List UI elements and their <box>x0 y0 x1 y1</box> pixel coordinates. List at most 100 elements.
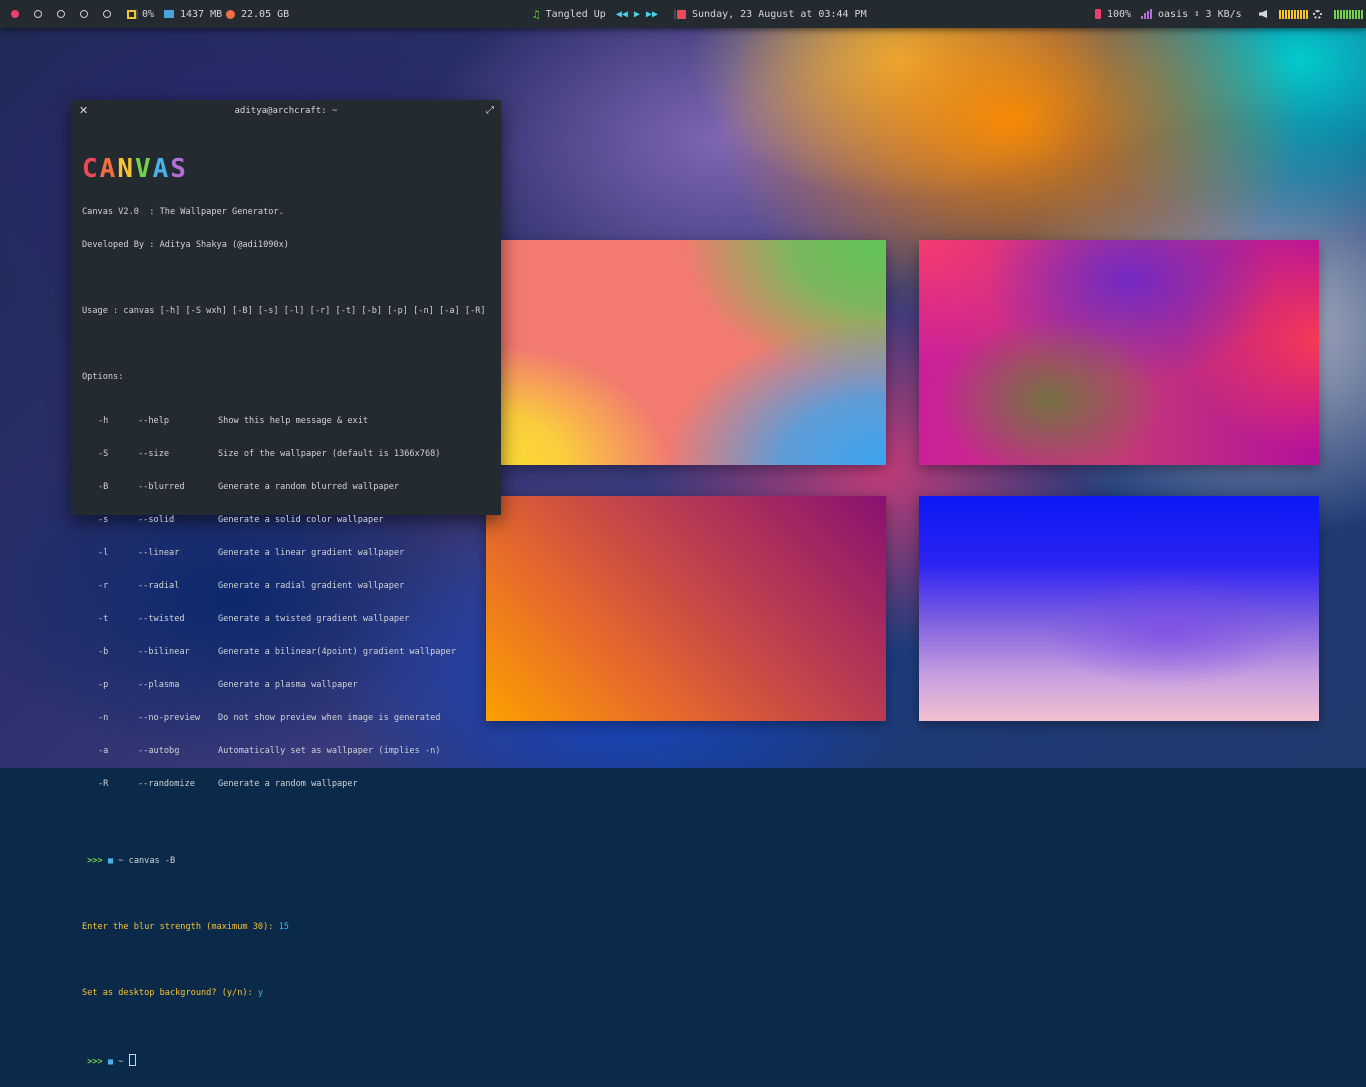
option-long: --radial <box>138 581 180 591</box>
option-short: -l <box>98 548 109 558</box>
song-title[interactable]: Tangled Up <box>546 9 606 20</box>
background-prompt-line: Set as desktop background? (y/n): y <box>82 988 493 999</box>
disk-usage: 22.05 GB <box>241 8 290 20</box>
prompt-arrows: >>> <box>87 856 103 866</box>
option-long: --plasma <box>138 680 180 690</box>
brightness-level-bar[interactable] <box>1334 9 1363 19</box>
memory-module: 1437 MB <box>164 0 222 28</box>
option-desc: Generate a bilinear(4point) gradient wal… <box>218 647 456 657</box>
option-row: -t --twisted Generate a twisted gradient w… <box>82 614 493 625</box>
option-short: -p <box>98 680 109 690</box>
option-desc: Generate a random wallpaper <box>218 779 358 789</box>
option-desc: Generate a plasma wallpaper <box>218 680 358 690</box>
option-short: -b <box>98 647 109 657</box>
workspace-2[interactable] <box>34 10 42 18</box>
option-row: -p --plasma Generate a plasma wallpaper <box>82 680 493 691</box>
option-long: --no-preview <box>138 713 201 723</box>
folder-icon: ■ <box>107 1057 114 1067</box>
clock-module: Sunday, 23 August at 03:44 PM <box>677 0 867 28</box>
option-short: -a <box>98 746 109 756</box>
option-short: -S <box>98 449 109 459</box>
option-desc: Generate a radial gradient wallpaper <box>218 581 405 591</box>
wallpaper-preview-blurred-2 <box>919 240 1319 465</box>
option-desc: Generate a twisted gradient wallpaper <box>218 614 410 624</box>
option-long: --randomize <box>138 779 195 789</box>
battery-module: 100% <box>1095 0 1131 28</box>
maximize-icon[interactable]: ⤢ <box>486 105 494 116</box>
active-prompt-line[interactable]: >>> ■ ~ <box>82 1054 493 1067</box>
workspace-4[interactable] <box>80 10 88 18</box>
battery-level: 100% <box>1107 8 1132 20</box>
top-panel: | 0% 1437 MB 22.05 GB ♫ Tangled Up ◀◀ ▶ … <box>0 0 1366 28</box>
option-row: -n --no-preview Do not show preview when i… <box>82 713 493 724</box>
option-desc: Show this help message & exit <box>218 416 369 426</box>
brightness-icon[interactable] <box>1313 9 1322 19</box>
option-long: --blurred <box>138 482 185 492</box>
version-line: Canvas V2.0 : The Wallpaper Generator. <box>82 207 284 217</box>
option-desc: Size of the wallpaper (default is 1366x7… <box>218 449 441 459</box>
option-row: -l --linear Generate a linear gradient wal… <box>82 548 493 559</box>
option-desc: Do not show preview when image is genera… <box>218 713 441 723</box>
prompt-dir: ~ <box>118 1057 124 1067</box>
cpu-icon <box>127 9 136 19</box>
network-module: oasis ⇕ 3 KB/s <box>1141 0 1242 28</box>
workspace-5[interactable] <box>103 10 111 18</box>
next-track-icon[interactable]: ▶▶ <box>646 9 658 20</box>
folder-icon: ■ <box>107 856 114 866</box>
memory-icon <box>164 10 174 18</box>
volume-module <box>1259 0 1308 28</box>
option-row: -B --blurred Generate a random blurred wal… <box>82 482 493 493</box>
logo-letter: A <box>99 154 116 184</box>
terminal-window[interactable]: ✕ aditya@archcraft: ~ ⤢ C A N V A S Canv… <box>71 100 501 1067</box>
option-short: -B <box>98 482 109 492</box>
option-long: --linear <box>138 548 180 558</box>
text-cursor[interactable] <box>128 1054 136 1066</box>
option-short: -h <box>98 416 109 426</box>
brightness-module <box>1313 0 1363 28</box>
calendar-icon <box>677 9 686 19</box>
disk-module: 22.05 GB <box>226 0 289 28</box>
wallpaper-preview-twisted <box>919 496 1319 721</box>
network-name[interactable]: oasis <box>1158 9 1188 20</box>
terminal-titlebar[interactable]: ✕ aditya@archcraft: ~ ⤢ <box>71 100 501 122</box>
date-time[interactable]: Sunday, 23 August at 03:44 PM <box>692 9 867 20</box>
battery-icon <box>1095 9 1101 19</box>
logo-letter: V <box>134 154 151 184</box>
command-text: canvas -B <box>128 856 176 866</box>
wifi-signal-icon <box>1141 9 1152 19</box>
option-row: -h --help Show this help message & exit <box>82 416 493 427</box>
cpu-module: 0% <box>127 0 154 28</box>
disk-icon <box>226 9 235 19</box>
logo-letter: A <box>152 154 169 184</box>
option-long: --twisted <box>138 614 185 624</box>
option-row: -a --autobg Automatically set as wallpaper… <box>82 746 493 757</box>
play-icon[interactable]: ▶ <box>634 9 640 20</box>
option-long: --bilinear <box>138 647 190 657</box>
volume-level-bar[interactable] <box>1279 9 1308 19</box>
blur-prompt-line: Enter the blur strength (maximum 30): 15 <box>82 922 493 933</box>
option-desc: Generate a solid color wallpaper <box>218 515 384 525</box>
volume-icon[interactable] <box>1259 10 1267 18</box>
memory-usage: 1437 MB <box>180 8 223 20</box>
option-row: -S --size Size of the wallpaper (default i… <box>82 449 493 460</box>
wallpaper-preview-linear <box>486 496 886 721</box>
previous-track-icon[interactable]: ◀◀ <box>616 9 628 20</box>
logo-letter: N <box>117 154 133 184</box>
option-desc: Generate a linear gradient wallpaper <box>218 548 405 558</box>
terminal-content[interactable]: C A N V A S Canvas V2.0 : The Wallpaper … <box>82 134 493 1087</box>
options-header: Options: <box>82 372 124 382</box>
wallpaper-preview-blurred-1 <box>486 240 886 465</box>
prompt-arrows: >>> <box>87 1057 103 1067</box>
up-down-arrows-icon: ⇕ <box>1194 9 1200 19</box>
option-short: -n <box>98 713 109 723</box>
option-long: --solid <box>138 515 175 525</box>
logo-letter: S <box>170 154 186 184</box>
music-note-icon: ♫ <box>533 7 540 21</box>
option-row: -s --solid Generate a solid color wallpape… <box>82 515 493 526</box>
workspace-1[interactable] <box>11 10 19 18</box>
network-speed: 3 KB/s <box>1205 8 1242 20</box>
workspace-3[interactable] <box>57 10 65 18</box>
option-row: -r --radial Generate a radial gradient wal… <box>82 581 493 592</box>
canvas-logo: C A N V A S <box>82 156 493 182</box>
author-line: Developed By : Aditya Shakya (@adi1090x) <box>82 240 289 250</box>
